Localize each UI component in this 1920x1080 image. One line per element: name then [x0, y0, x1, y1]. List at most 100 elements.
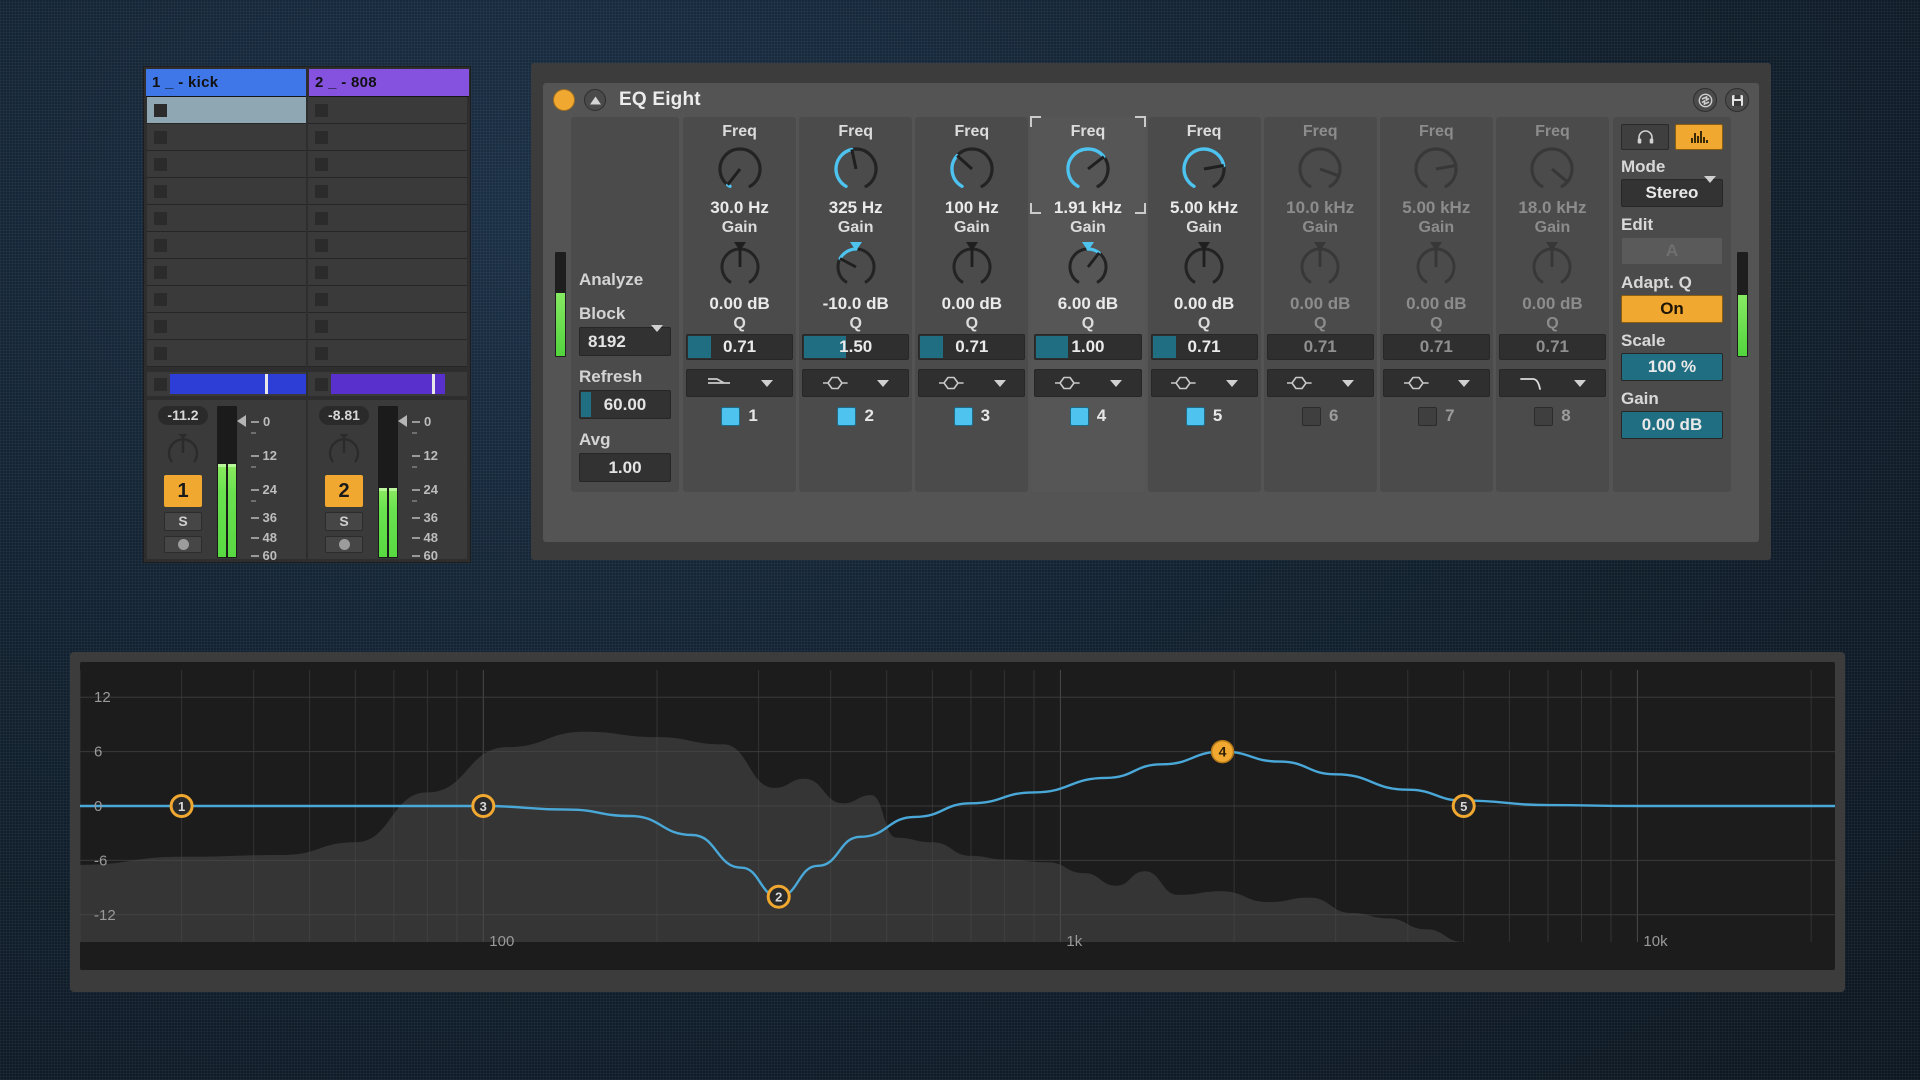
filter-type-select-6[interactable] — [1266, 369, 1374, 397]
track-header-1[interactable]: 1 _ - kick — [146, 69, 306, 97]
freq-value-6[interactable]: 10.0 kHz — [1286, 197, 1354, 218]
band-enable-checkbox-1[interactable] — [721, 406, 741, 426]
gain-knob-8[interactable] — [1521, 237, 1583, 293]
freq-knob-6[interactable] — [1289, 141, 1351, 197]
stop-clip-icon[interactable] — [315, 238, 328, 252]
stop-clip-icon[interactable] — [154, 184, 167, 198]
clip-slot[interactable] — [147, 313, 306, 340]
device-fold-button[interactable] — [584, 89, 606, 111]
band-enable-checkbox-4[interactable] — [1069, 406, 1089, 426]
clip-slot[interactable] — [147, 205, 306, 232]
stop-clip-icon[interactable] — [315, 346, 328, 360]
volume-value-2[interactable]: -8.81 — [319, 406, 369, 425]
stop-clip-icon[interactable] — [154, 319, 167, 333]
analyzer-toggle-button[interactable] — [1675, 124, 1723, 150]
track-header-2[interactable]: 2 _ - 808 — [309, 69, 469, 97]
stop-clip-icon[interactable] — [315, 103, 328, 117]
freq-value-7[interactable]: 5.00 kHz — [1402, 197, 1470, 218]
save-preset-button[interactable] — [1725, 88, 1749, 112]
freq-knob-1[interactable] — [709, 141, 771, 197]
band-enable-checkbox-2[interactable] — [837, 406, 857, 426]
pan-knob-2[interactable] — [325, 431, 363, 469]
clip-slot[interactable] — [308, 205, 467, 232]
stop-clip-icon[interactable] — [154, 130, 167, 144]
freq-knob-8[interactable] — [1521, 141, 1583, 197]
block-select[interactable]: 8192 — [579, 324, 671, 356]
gain-value-7[interactable]: 0.00 dB — [1406, 293, 1466, 314]
stop-clip-icon[interactable] — [315, 377, 328, 391]
clip-slot[interactable] — [308, 259, 467, 286]
solo-button-1[interactable]: S — [164, 512, 202, 531]
gain-value-2[interactable]: -10.0 dB — [823, 293, 889, 314]
freq-value-8[interactable]: 18.0 kHz — [1518, 197, 1586, 218]
freq-value-2[interactable]: 325 Hz — [829, 197, 883, 218]
clip-slot[interactable] — [147, 340, 306, 367]
gain-knob-1[interactable] — [709, 237, 771, 293]
freq-knob-4[interactable] — [1057, 141, 1119, 197]
eq-band-5[interactable]: Freq 5.00 kHz Gain 0.00 dB Q 0.71 5 — [1147, 117, 1261, 492]
eq-band-1[interactable]: Freq 30.0 Hz Gain 0.00 dB Q 0.71 1 — [683, 117, 797, 492]
q-field-5[interactable]: 0.71 — [1150, 334, 1258, 360]
freq-knob-3[interactable] — [941, 141, 1003, 197]
refresh-field[interactable]: 60.00 — [579, 390, 671, 419]
solo-button-2[interactable]: S — [325, 512, 363, 531]
clip-slot[interactable] — [308, 232, 467, 259]
q-field-3[interactable]: 0.71 — [918, 334, 1026, 360]
eq-band-3[interactable]: Freq 100 Hz Gain 0.00 dB Q 0.71 3 — [915, 117, 1029, 492]
stop-clip-icon[interactable] — [315, 157, 328, 171]
output-gain-field[interactable]: 0.00 dB — [1621, 411, 1723, 439]
filter-type-select-5[interactable] — [1150, 369, 1258, 397]
freq-knob-7[interactable] — [1405, 141, 1467, 197]
adapt-q-toggle[interactable]: On — [1621, 295, 1723, 323]
clip-slot[interactable] — [308, 151, 467, 178]
eq-band-4[interactable]: Freq 1.91 kHz Gain 6.00 dB Q 1.00 4 — [1030, 116, 1146, 492]
band-enable-checkbox-5[interactable] — [1185, 406, 1205, 426]
freq-value-1[interactable]: 30.0 Hz — [710, 197, 769, 218]
band-enable-checkbox-6[interactable] — [1301, 406, 1321, 426]
clip-slot[interactable] — [147, 151, 306, 178]
q-field-1[interactable]: 0.71 — [686, 334, 794, 360]
gain-value-3[interactable]: 0.00 dB — [942, 293, 1002, 314]
filter-type-select-3[interactable] — [918, 369, 1026, 397]
gain-value-8[interactable]: 0.00 dB — [1522, 293, 1582, 314]
filter-type-select-2[interactable] — [802, 369, 910, 397]
scale-field[interactable]: 100 % — [1621, 353, 1723, 381]
gain-knob-2[interactable] — [825, 237, 887, 293]
avg-field[interactable]: 1.00 — [579, 453, 671, 482]
mode-select[interactable]: Stereo — [1621, 176, 1723, 207]
gain-value-4[interactable]: 6.00 dB — [1058, 293, 1118, 314]
stop-clip-icon[interactable] — [315, 319, 328, 333]
clip-slot[interactable] — [308, 97, 467, 124]
stop-clip-icon[interactable] — [315, 130, 328, 144]
stop-clip-icon[interactable] — [154, 157, 167, 171]
filter-type-select-7[interactable] — [1382, 369, 1490, 397]
gain-knob-3[interactable] — [941, 237, 1003, 293]
eq-band-7[interactable]: Freq 5.00 kHz Gain 0.00 dB Q 0.71 7 — [1379, 117, 1493, 492]
gain-knob-6[interactable] — [1289, 237, 1351, 293]
stop-clip-icon[interactable] — [154, 238, 167, 252]
gain-knob-7[interactable] — [1405, 237, 1467, 293]
eq-band-2[interactable]: Freq 325 Hz Gain -10.0 dB Q 1.50 2 — [799, 117, 913, 492]
gain-knob-4[interactable] — [1057, 237, 1119, 293]
track-playing-slot-2[interactable] — [308, 372, 467, 396]
clip-slot[interactable] — [308, 286, 467, 313]
freq-knob-5[interactable] — [1173, 141, 1235, 197]
clip-slot[interactable] — [147, 178, 306, 205]
q-field-6[interactable]: 0.71 — [1266, 334, 1374, 360]
eq-band-6[interactable]: Freq 10.0 kHz Gain 0.00 dB Q 0.71 6 — [1263, 117, 1377, 492]
eq-band-8[interactable]: Freq 18.0 kHz Gain 0.00 dB Q 0.71 8 — [1495, 117, 1609, 492]
gain-value-6[interactable]: 0.00 dB — [1290, 293, 1350, 314]
eq-curve-display[interactable]: 12 6 0 -6 -12 100 1k 10k 1 2 3 4 5 — [80, 662, 1835, 970]
stop-clip-icon[interactable] — [315, 292, 328, 306]
stop-clip-icon[interactable] — [315, 211, 328, 225]
q-field-8[interactable]: 0.71 — [1498, 334, 1606, 360]
filter-type-select-8[interactable] — [1498, 369, 1606, 397]
clip-slot[interactable] — [147, 232, 306, 259]
device-power-button[interactable] — [553, 89, 575, 111]
stop-clip-icon[interactable] — [154, 346, 167, 360]
stop-clip-icon[interactable] — [154, 377, 167, 391]
clip-slot[interactable] — [308, 340, 467, 367]
gain-knob-5[interactable] — [1173, 237, 1235, 293]
track-activator-1[interactable]: 1 — [164, 475, 202, 507]
clip-slot[interactable] — [147, 97, 306, 124]
